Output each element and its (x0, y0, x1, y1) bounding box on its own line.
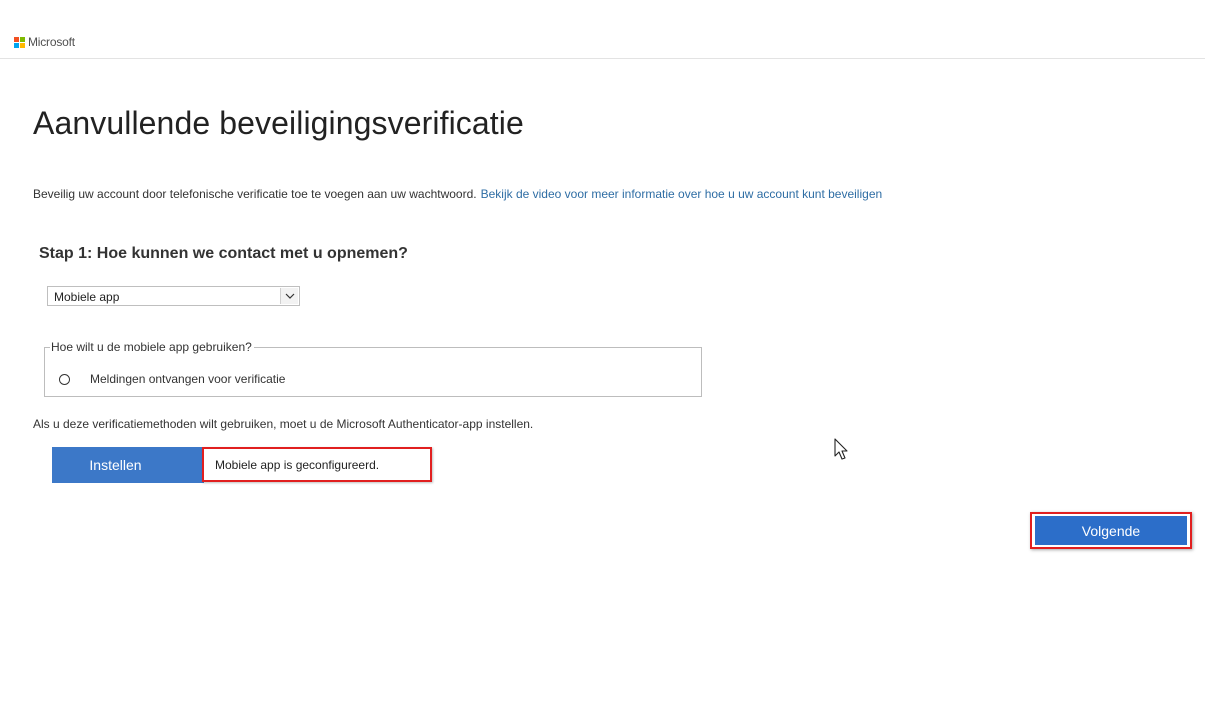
mouse-cursor-icon (834, 438, 850, 467)
chevron-down-icon[interactable] (280, 288, 298, 304)
step-title: Stap 1: Hoe kunnen we contact met u opne… (39, 245, 408, 262)
microsoft-logo-icon (14, 36, 25, 48)
next-button[interactable]: Volgende (1035, 516, 1187, 545)
logo-square-yellow (20, 42, 25, 48)
setup-button[interactable]: Instellen (52, 447, 204, 483)
microsoft-logo: Microsoft (14, 35, 75, 49)
setup-status-box: Mobiele app is geconfigureerd. (202, 447, 432, 482)
usage-legend: Hoe wilt u de mobiele app gebruiken? (50, 340, 254, 354)
logo-square-green (20, 36, 25, 42)
page: Microsoft Aanvullende beveiligingsverifi… (0, 0, 1216, 701)
logo-square-blue (14, 42, 19, 48)
setup-note: Als u deze verificatiemethoden wilt gebr… (33, 417, 534, 431)
contact-method-value: Mobiele app (54, 290, 120, 304)
page-title: Aanvullende beveiligingsverificatie (33, 105, 524, 141)
contact-method-select[interactable]: Mobiele app (47, 286, 300, 306)
notification-option[interactable]: Meldingen ontvangen voor verificatie (59, 372, 285, 386)
brand-name: Microsoft (28, 35, 75, 49)
video-info-link[interactable]: Bekijk de video voor meer informatie ove… (481, 187, 883, 201)
header: Microsoft (0, 0, 1205, 59)
intro-paragraph: Beveilig uw account door telefonische ve… (33, 187, 882, 201)
usage-fieldset: Hoe wilt u de mobiele app gebruiken? Mel… (44, 340, 702, 397)
notification-radio[interactable] (59, 373, 70, 385)
setup-status-text: Mobiele app is geconfigureerd. (215, 458, 380, 472)
logo-square-red (14, 36, 19, 42)
intro-text: Beveilig uw account door telefonische ve… (33, 187, 477, 201)
notification-radio-label[interactable]: Meldingen ontvangen voor verificatie (90, 372, 285, 386)
